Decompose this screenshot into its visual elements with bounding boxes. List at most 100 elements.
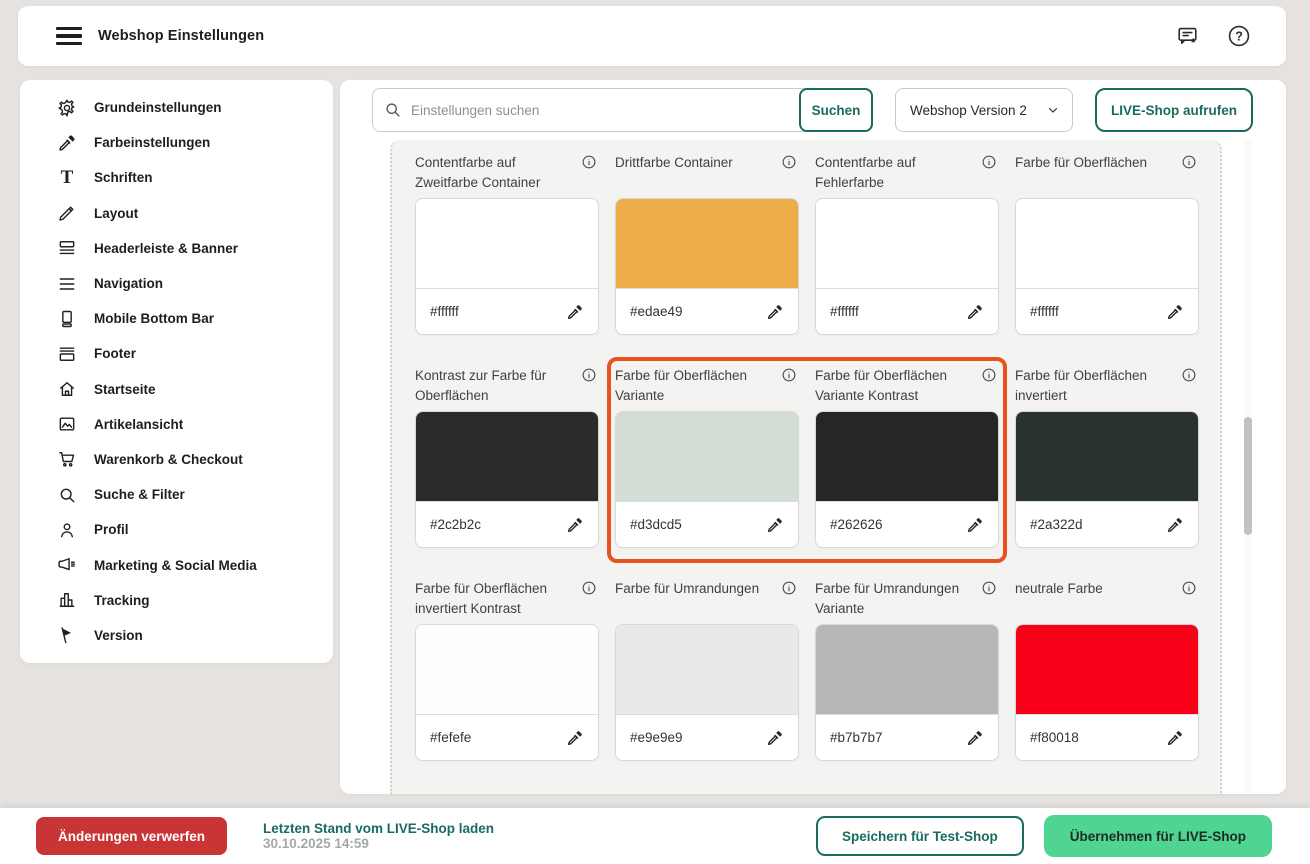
sidebar-item-footer[interactable]: Footer bbox=[20, 336, 333, 371]
discard-changes-button[interactable]: Änderungen verwerfen bbox=[36, 817, 227, 855]
sidebar-item-artikelansicht[interactable]: Artikelansicht bbox=[20, 407, 333, 442]
search-button[interactable]: Suchen bbox=[799, 88, 873, 132]
menu-icon[interactable] bbox=[56, 23, 82, 50]
eyedropper-icon[interactable] bbox=[966, 303, 984, 321]
color-card-label: Contentfarbe auf Zweitfarbe Container bbox=[415, 152, 567, 193]
color-swatch[interactable] bbox=[1016, 412, 1198, 502]
sidebar-item-startseite[interactable]: Startseite bbox=[20, 372, 333, 407]
scrollbar-thumb[interactable] bbox=[1244, 417, 1252, 535]
sidebar-item-label: Startseite bbox=[94, 382, 156, 397]
sidebar-item-mobile-bottom-bar[interactable]: Mobile Bottom Bar bbox=[20, 301, 333, 336]
app-header: Webshop Einstellungen ? bbox=[18, 6, 1286, 66]
color-swatch[interactable] bbox=[816, 412, 998, 502]
color-card: Farbe für Oberflächen #ffffff bbox=[1015, 152, 1199, 335]
live-shop-button[interactable]: LIVE-Shop aufrufen bbox=[1095, 88, 1253, 132]
color-hex-value: #2a322d bbox=[1030, 517, 1083, 532]
eyedropper-icon[interactable] bbox=[966, 516, 984, 534]
eyedropper-icon[interactable] bbox=[1166, 516, 1184, 534]
color-swatch[interactable] bbox=[616, 199, 798, 289]
help-icon[interactable]: ? bbox=[1226, 23, 1252, 49]
eyedropper-icon[interactable] bbox=[766, 729, 784, 747]
info-icon[interactable] bbox=[981, 580, 997, 596]
info-icon[interactable] bbox=[781, 154, 797, 170]
info-icon[interactable] bbox=[981, 154, 997, 170]
header-actions: ? bbox=[1176, 23, 1252, 49]
sidebar-item-profil[interactable]: Profil bbox=[20, 512, 333, 547]
info-icon[interactable] bbox=[1181, 154, 1197, 170]
info-icon[interactable] bbox=[1181, 367, 1197, 383]
info-icon[interactable] bbox=[981, 367, 997, 383]
pencil-icon bbox=[56, 203, 78, 223]
sidebar-nav: Grundeinstellungen Farbeinstellungen T S… bbox=[20, 90, 333, 653]
color-swatch[interactable] bbox=[416, 625, 598, 715]
color-cards-grid: Contentfarbe auf Zweitfarbe Container #f… bbox=[415, 152, 1220, 761]
sidebar-item-tracking[interactable]: Tracking bbox=[20, 583, 333, 618]
version-select-value: Webshop Version 2 bbox=[910, 103, 1027, 118]
color-hex-row: #b7b7b7 bbox=[816, 715, 998, 760]
save-test-shop-button[interactable]: Speichern für Test-Shop bbox=[816, 816, 1024, 856]
color-card-box: #b7b7b7 bbox=[815, 624, 999, 761]
color-swatch[interactable] bbox=[816, 199, 998, 289]
sidebar-item-label: Marketing & Social Media bbox=[94, 558, 257, 573]
eyedropper-icon[interactable] bbox=[1166, 303, 1184, 321]
eyedropper-icon[interactable] bbox=[766, 303, 784, 321]
sidebar-item-version[interactable]: Version bbox=[20, 618, 333, 653]
sidebar-item-navigation[interactable]: Navigation bbox=[20, 266, 333, 301]
color-hex-row: #262626 bbox=[816, 502, 998, 547]
info-icon[interactable] bbox=[781, 367, 797, 383]
color-swatch[interactable] bbox=[616, 625, 798, 715]
sidebar-item-suche-filter[interactable]: Suche & Filter bbox=[20, 477, 333, 512]
eyedropper-icon[interactable] bbox=[566, 729, 584, 747]
color-swatch[interactable] bbox=[1016, 199, 1198, 289]
search-input[interactable] bbox=[372, 88, 873, 132]
eyedropper-icon[interactable] bbox=[566, 303, 584, 321]
color-swatch[interactable] bbox=[616, 412, 798, 502]
info-icon[interactable] bbox=[581, 580, 597, 596]
chevron-down-icon bbox=[1046, 103, 1060, 117]
version-select[interactable]: Webshop Version 2 bbox=[895, 88, 1073, 132]
eyedropper-icon[interactable] bbox=[566, 516, 584, 534]
color-swatch[interactable] bbox=[1016, 625, 1198, 715]
color-card-box: #ffffff bbox=[1015, 198, 1199, 335]
color-card-box: #fefefe bbox=[415, 624, 599, 761]
eyedropper-icon[interactable] bbox=[1166, 729, 1184, 747]
sidebar-item-label: Footer bbox=[94, 346, 136, 361]
feedback-icon[interactable] bbox=[1176, 24, 1200, 48]
color-swatch[interactable] bbox=[816, 625, 998, 715]
sidebar-item-headerleiste-banner[interactable]: Headerleiste & Banner bbox=[20, 231, 333, 266]
sidebar-item-schriften[interactable]: T Schriften bbox=[20, 160, 333, 195]
sidebar-item-label: Mobile Bottom Bar bbox=[94, 311, 214, 326]
info-icon[interactable] bbox=[781, 580, 797, 596]
info-icon[interactable] bbox=[581, 367, 597, 383]
color-swatch[interactable] bbox=[416, 412, 598, 502]
color-card: Farbe für Oberflächen Variante #d3dcd5 bbox=[615, 365, 799, 548]
apply-live-shop-button[interactable]: Übernehmen für LIVE-Shop bbox=[1044, 815, 1272, 857]
menu-lines-icon bbox=[56, 274, 78, 294]
load-live-link[interactable]: Letzten Stand vom LIVE-Shop laden bbox=[263, 821, 494, 836]
info-icon[interactable] bbox=[1181, 580, 1197, 596]
sidebar-item-grundeinstellungen[interactable]: Grundeinstellungen bbox=[20, 90, 333, 125]
color-hex-value: #e9e9e9 bbox=[630, 730, 683, 745]
info-icon[interactable] bbox=[581, 154, 597, 170]
sidebar-item-warenkorb-checkout[interactable]: Warenkorb & Checkout bbox=[20, 442, 333, 477]
color-card: Contentfarbe auf Zweitfarbe Container #f… bbox=[415, 152, 599, 335]
color-card-label: neutrale Farbe bbox=[1015, 578, 1167, 599]
footer-action-bar: Änderungen verwerfen Letzten Stand vom L… bbox=[0, 808, 1310, 864]
color-card-row: Farbe für Oberflächen invertiert Kontras… bbox=[415, 578, 1220, 761]
sidebar-item-farbeinstellungen[interactable]: Farbeinstellungen bbox=[20, 125, 333, 160]
eyedropper-icon[interactable] bbox=[966, 729, 984, 747]
color-swatch[interactable] bbox=[416, 199, 598, 289]
sidebar-item-marketing-social-media[interactable]: Marketing & Social Media bbox=[20, 547, 333, 582]
eyedropper-icon[interactable] bbox=[766, 516, 784, 534]
sidebar-item-layout[interactable]: Layout bbox=[20, 196, 333, 231]
sidebar-item-label: Farbeinstellungen bbox=[94, 135, 210, 150]
sidebar-item-label: Version bbox=[94, 628, 143, 643]
scrollbar-track[interactable] bbox=[1244, 140, 1252, 794]
sidebar-item-label: Tracking bbox=[94, 593, 150, 608]
eyedropper-icon bbox=[56, 133, 78, 153]
color-card-box: #e9e9e9 bbox=[615, 624, 799, 761]
sidebar-item-label: Suche & Filter bbox=[94, 487, 185, 502]
sidebar-item-label: Schriften bbox=[94, 170, 153, 185]
color-hex-value: #b7b7b7 bbox=[830, 730, 883, 745]
color-hex-value: #fefefe bbox=[430, 730, 471, 745]
